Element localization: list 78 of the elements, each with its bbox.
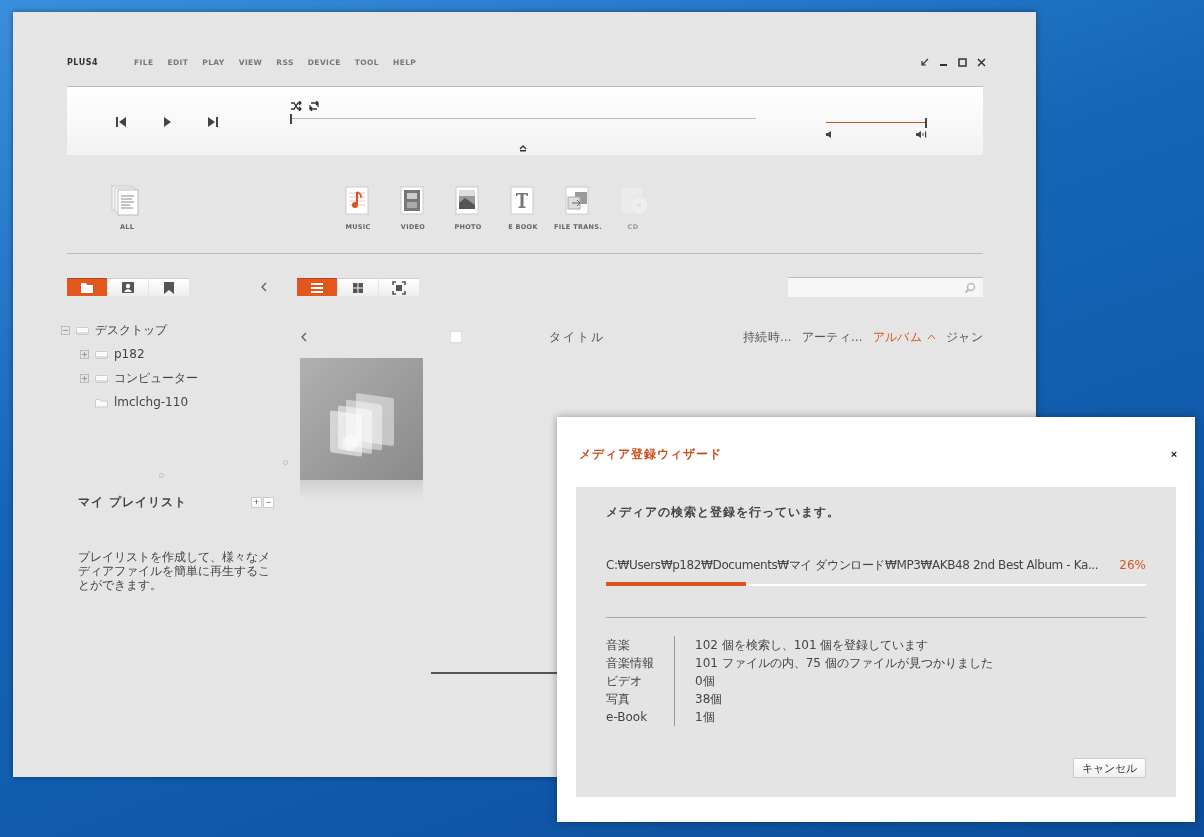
column-header[interactable]: アーティ… [801,329,863,345]
list-view-tab[interactable] [297,278,337,296]
playlist-title: マイ プレイリスト [78,493,188,511]
sort-ascending-icon [927,334,937,340]
expand-toggle[interactable] [80,349,89,359]
tree-item[interactable]: デスクトップ [95,321,167,339]
chevron-up-icon [519,145,527,152]
previous-icon [113,114,129,129]
stat-label: 音楽 [606,637,631,654]
next-icon [205,114,221,129]
tree-item[interactable]: コンピューター [114,369,198,387]
stat-label: 写真 [606,691,631,708]
next-button[interactable] [205,114,221,129]
cancel-button[interactable]: キャンセル [1073,758,1146,778]
speaker-low-icon [826,131,832,138]
collapse-sidebar-button[interactable] [260,282,268,292]
column-header[interactable]: 持続時… [743,329,792,345]
person-tab[interactable] [108,278,148,296]
chevron-left-icon [300,332,308,342]
previous-button[interactable] [113,114,129,129]
folder-icon [95,396,108,408]
bookmark-icon [162,280,176,295]
person-icon [121,280,135,295]
close-button[interactable] [976,56,987,68]
stat-value: 0個 [674,672,1146,690]
close-button[interactable]: × [1169,448,1179,460]
plus-icon [81,374,88,382]
speaker-high-icon [916,131,927,138]
stat-value: 1個 [674,708,1146,726]
back-button[interactable] [300,332,308,342]
drive-icon [95,348,108,360]
splitter-handle[interactable] [158,473,164,478]
stat-value: 101 ファイルの内、75 個のファイルが見つかりました [674,654,1146,672]
restore-button[interactable] [919,56,930,68]
stat-label: 音楽情報 [606,655,655,672]
status-text: メディアの検索と登録を行っています。 [606,504,841,520]
stat-label: e-Book [606,709,649,726]
search-field[interactable] [788,277,983,297]
collapse-button[interactable] [519,145,527,152]
fullscreen-icon [392,280,406,295]
restore-icon [919,56,930,68]
stat-label: ビデオ [606,673,643,690]
add-playlist-button[interactable]: + [251,496,262,508]
search-icon [964,281,976,294]
select-all-checkbox[interactable] [450,331,462,343]
splitter-handle[interactable] [283,460,288,465]
app-logo: PLUS4 [67,57,98,67]
maximize-button[interactable] [957,56,968,68]
fullscreen-view-tab[interactable] [379,278,419,296]
column-header[interactable]: ジャン [946,329,983,345]
list-icon [310,280,324,295]
column-header[interactable]: アルバム [872,329,937,345]
maximize-icon [957,56,968,68]
tree-item[interactable]: lmclchg-110 [114,395,188,409]
repeat-icon[interactable] [308,101,320,111]
stat-value: 102 個を検索し、101 個を登録しています [674,636,1146,654]
grid-view-tab[interactable] [338,278,378,296]
drive-icon [76,324,89,336]
tree-item[interactable]: p182 [114,347,145,361]
grid-icon [351,280,365,295]
file-path: C:₩Users₩p182₩Documents₩マイ ダウンロード₩MP3₩AKB48 2nd Best Album - Ka... [606,556,1099,574]
close-icon [976,56,987,68]
bookmark-tab[interactable] [149,278,189,296]
shuffle-icon[interactable] [290,101,302,111]
dialog-title: メディア登録ウィザード [579,445,722,463]
plus-icon [81,350,88,358]
drive-icon [95,372,108,384]
collapse-toggle[interactable] [61,325,70,335]
folder-icon [80,280,94,295]
minimize-icon [940,63,947,66]
column-header[interactable]: タイトル [549,329,605,345]
folder-tab[interactable] [67,278,107,296]
progress-percent: 26% [1119,558,1146,572]
stat-value: 38個 [674,690,1146,708]
expand-toggle[interactable] [80,373,89,383]
remove-playlist-button[interactable]: − [263,496,274,508]
chevron-left-icon [260,282,268,292]
playlist-hint: プレイリストを作成して、様々なメディアファイルを簡単に再生することができます。 [78,550,271,592]
